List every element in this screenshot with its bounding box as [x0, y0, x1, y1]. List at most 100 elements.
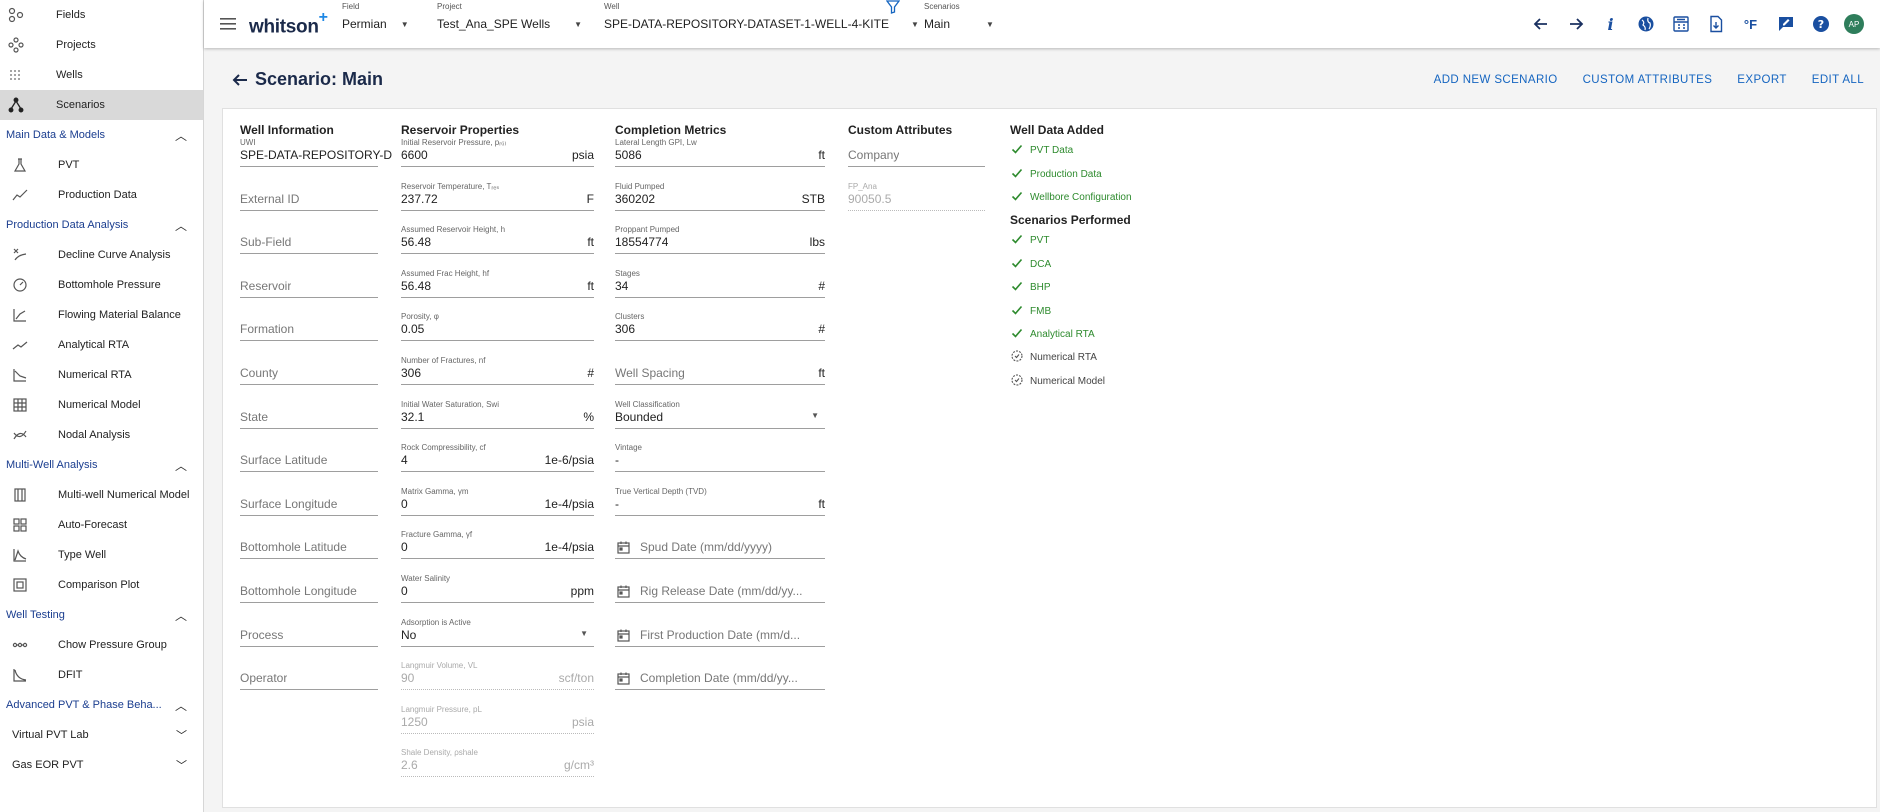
sidebar-item-pvt[interactable]: PVT [0, 150, 203, 180]
sidebar-group-virtual-pvt-lab[interactable]: Virtual PVT Lab ﹀ [0, 720, 203, 750]
back-arrow-icon[interactable] [230, 70, 250, 90]
app-logo[interactable]: whitson+ [249, 9, 328, 38]
sidebar-item-dfit[interactable]: DFIT [0, 660, 203, 690]
sidebar-item-production-data[interactable]: Production Data [0, 180, 203, 210]
calendar-icon[interactable] [617, 672, 630, 685]
info-icon[interactable]: i [1593, 12, 1628, 36]
group-title: Virtual PVT Lab [12, 729, 89, 741]
caret-down-icon: ▼ [986, 19, 994, 29]
fracture-gamma-field[interactable]: Fracture Gamma, γf 0 1e-4/psia [401, 530, 594, 560]
sidebar-section-well-testing[interactable]: Well Testing ︿ [0, 600, 203, 630]
stages-field[interactable]: Stages 34 # [615, 269, 825, 298]
date-field-0[interactable]: Spud Date (mm/dd/yyyy) [615, 531, 825, 560]
clusters-field[interactable]: Clusters 306 # [615, 312, 825, 342]
fluid-pumped-field[interactable]: Fluid Pumped 360202 STB [615, 182, 825, 211]
sidebar-item-type-well[interactable]: Type Well [0, 540, 203, 570]
sidebar-item-comparison-plot[interactable]: Comparison Plot [0, 570, 203, 600]
sidebar-item-dca[interactable]: Decline Curve Analysis [0, 240, 203, 270]
field-label: Fracture Gamma, γf [401, 530, 473, 540]
sidebar-item-projects[interactable]: Projects [0, 30, 203, 60]
matrix-gamma-field[interactable]: Matrix Gamma, γm 0 1e-4/psia [401, 487, 594, 516]
number-of-fractures-field[interactable]: Number of Fractures, nf 306 # [401, 356, 594, 385]
water-salinity-field[interactable]: Water Salinity 0 ppm [401, 574, 594, 603]
sidebar-section-advanced-pvt[interactable]: Advanced PVT & Phase Beha... ︿ [0, 690, 203, 720]
type-well-icon [12, 547, 28, 563]
operator-field[interactable]: Operator [240, 662, 378, 691]
project-selector[interactable]: Project Test_Ana_SPE Wells ▼ [437, 2, 582, 35]
temperature-unit-icon[interactable]: °F [1733, 12, 1768, 36]
porosity-field[interactable]: Porosity, φ 0.05 [401, 312, 594, 342]
sidebar-section-main-data[interactable]: Main Data & Models ︿ [0, 120, 203, 150]
well-classification-select[interactable]: Well Classification Bounded ▼ [615, 400, 825, 429]
bottomhole-longitude-field[interactable]: Bottomhole Longitude [240, 575, 378, 603]
uwi-field[interactable]: UWI SPE-DATA-REPOSITORY-D [240, 138, 392, 167]
sidebar-group-gas-eor-pvt[interactable]: Gas EOR PVT ﹀ [0, 750, 203, 780]
arrow-back-icon[interactable] [1523, 12, 1558, 36]
sidebar-item-numerical-model[interactable]: Numerical Model [0, 390, 203, 420]
avatar[interactable]: AP [1844, 14, 1864, 34]
well-selector[interactable]: Well SPE-DATA-REPOSITORY-DATASET-1-WELL-… [604, 2, 919, 35]
company-field[interactable]: Company [848, 139, 985, 167]
date-field-3[interactable]: Completion Date (mm/dd/yy... [615, 662, 825, 691]
state-field[interactable]: State [240, 401, 378, 429]
reservoir-temperature-field[interactable]: Reservoir Temperature, Tᵣₑₛ 237.72 F [401, 182, 594, 211]
formation-field[interactable]: Formation [240, 313, 378, 342]
rock-compressibility-field[interactable]: Rock Compressibility, cf 4 1e-6/psia [401, 443, 594, 473]
sidebar-item-fields[interactable]: Fields [0, 0, 203, 30]
adsorption-select[interactable]: Adsorption is Active No ▼ [401, 618, 594, 647]
sidebar-item-bhp[interactable]: Bottomhole Pressure [0, 270, 203, 300]
filter-icon[interactable] [885, 0, 901, 14]
initial-water-saturation-field[interactable]: Initial Water Saturation, Swi 32.1% [401, 400, 594, 429]
sidebar-item-wells[interactable]: Wells [0, 60, 203, 90]
scenarios-icon [8, 97, 24, 113]
edit-all-button[interactable]: EDIT ALL [1812, 74, 1864, 86]
sidebar-item-numerical-rta[interactable]: Numerical RTA [0, 360, 203, 390]
calculator-icon[interactable] [1663, 12, 1698, 36]
calendar-icon[interactable] [617, 585, 630, 598]
bottomhole-latitude-field[interactable]: Bottomhole Latitude [240, 531, 378, 560]
sidebar-item-multi-well-numerical-model[interactable]: Multi-well Numerical Model [0, 480, 203, 510]
arrow-forward-icon[interactable] [1558, 12, 1593, 36]
process-field[interactable]: Process [240, 619, 378, 647]
proppant-pumped-field[interactable]: Proppant Pumped 18554774 lbs [615, 225, 825, 255]
assumed-frac-height-field[interactable]: Assumed Frac Height, hf 56.48 ft [401, 269, 594, 298]
surface-latitude-field[interactable]: Surface Latitude [240, 444, 378, 473]
custom-attributes-button[interactable]: CUSTOM ATTRIBUTES [1583, 74, 1713, 86]
sidebar-item-fmb[interactable]: Flowing Material Balance [0, 300, 203, 330]
well-spacing-field[interactable]: Well Spacing ft [615, 357, 825, 385]
tvd-field[interactable]: True Vertical Depth (TVD) - ft [615, 487, 825, 516]
well-data-item: Wellbore Configuration [1010, 186, 1210, 209]
sidebar-item-chow-pressure-group[interactable]: Chow Pressure Group [0, 630, 203, 660]
sidebar-item-auto-forecast[interactable]: Auto-Forecast [0, 510, 203, 540]
download-file-icon[interactable] [1698, 12, 1733, 36]
sidebar-item-analytical-rta[interactable]: Analytical RTA [0, 330, 203, 360]
hamburger-menu-icon[interactable] [218, 14, 238, 34]
county-field[interactable]: County [240, 357, 378, 385]
export-button[interactable]: EXPORT [1737, 74, 1786, 86]
field-selector[interactable]: Field Permian ▼ [342, 2, 409, 35]
surface-longitude-field[interactable]: Surface Longitude [240, 488, 378, 516]
reservoir-field[interactable]: Reservoir [240, 270, 378, 298]
assumed-reservoir-height-field[interactable]: Assumed Reservoir Height, h 56.48 ft [401, 225, 594, 255]
sub-field-field[interactable]: Sub-Field [240, 226, 378, 255]
vintage-field[interactable]: Vintage - [615, 443, 825, 473]
date-field-1[interactable]: Rig Release Date (mm/dd/yy... [615, 575, 825, 603]
calendar-icon[interactable] [617, 541, 630, 554]
sidebar-section-multi-well[interactable]: Multi-Well Analysis ︿ [0, 450, 203, 480]
date-field-2[interactable]: First Production Date (mm/d... [615, 619, 825, 647]
sidebar-item-scenarios[interactable]: Scenarios [0, 90, 203, 120]
external-id-field[interactable]: External ID [240, 183, 378, 211]
sidebar-item-label: Production Data [58, 189, 137, 201]
calendar-icon[interactable] [617, 629, 630, 642]
help-icon[interactable]: ? [1803, 12, 1838, 36]
initial-reservoir-pressure-field[interactable]: Initial Reservoir Pressure, pᵣ₍ᵢ₎ 6600 psi… [401, 138, 594, 167]
lateral-length-gpi-field[interactable]: Lateral Length GPI, Lw 5086 ft [615, 138, 825, 167]
sidebar-section-production-analysis[interactable]: Production Data Analysis ︿ [0, 210, 203, 240]
add-new-scenario-button[interactable]: ADD NEW SCENARIO [1434, 74, 1558, 86]
field-label: Lateral Length GPI, Lw [615, 138, 697, 147]
scenario-selector[interactable]: Scenarios Main ▼ [924, 2, 994, 35]
sidebar-item-nodal-analysis[interactable]: Nodal Analysis [0, 420, 203, 450]
globe-icon[interactable] [1628, 12, 1663, 36]
feedback-icon[interactable] [1768, 12, 1803, 36]
field-value: 360202 [615, 191, 656, 206]
